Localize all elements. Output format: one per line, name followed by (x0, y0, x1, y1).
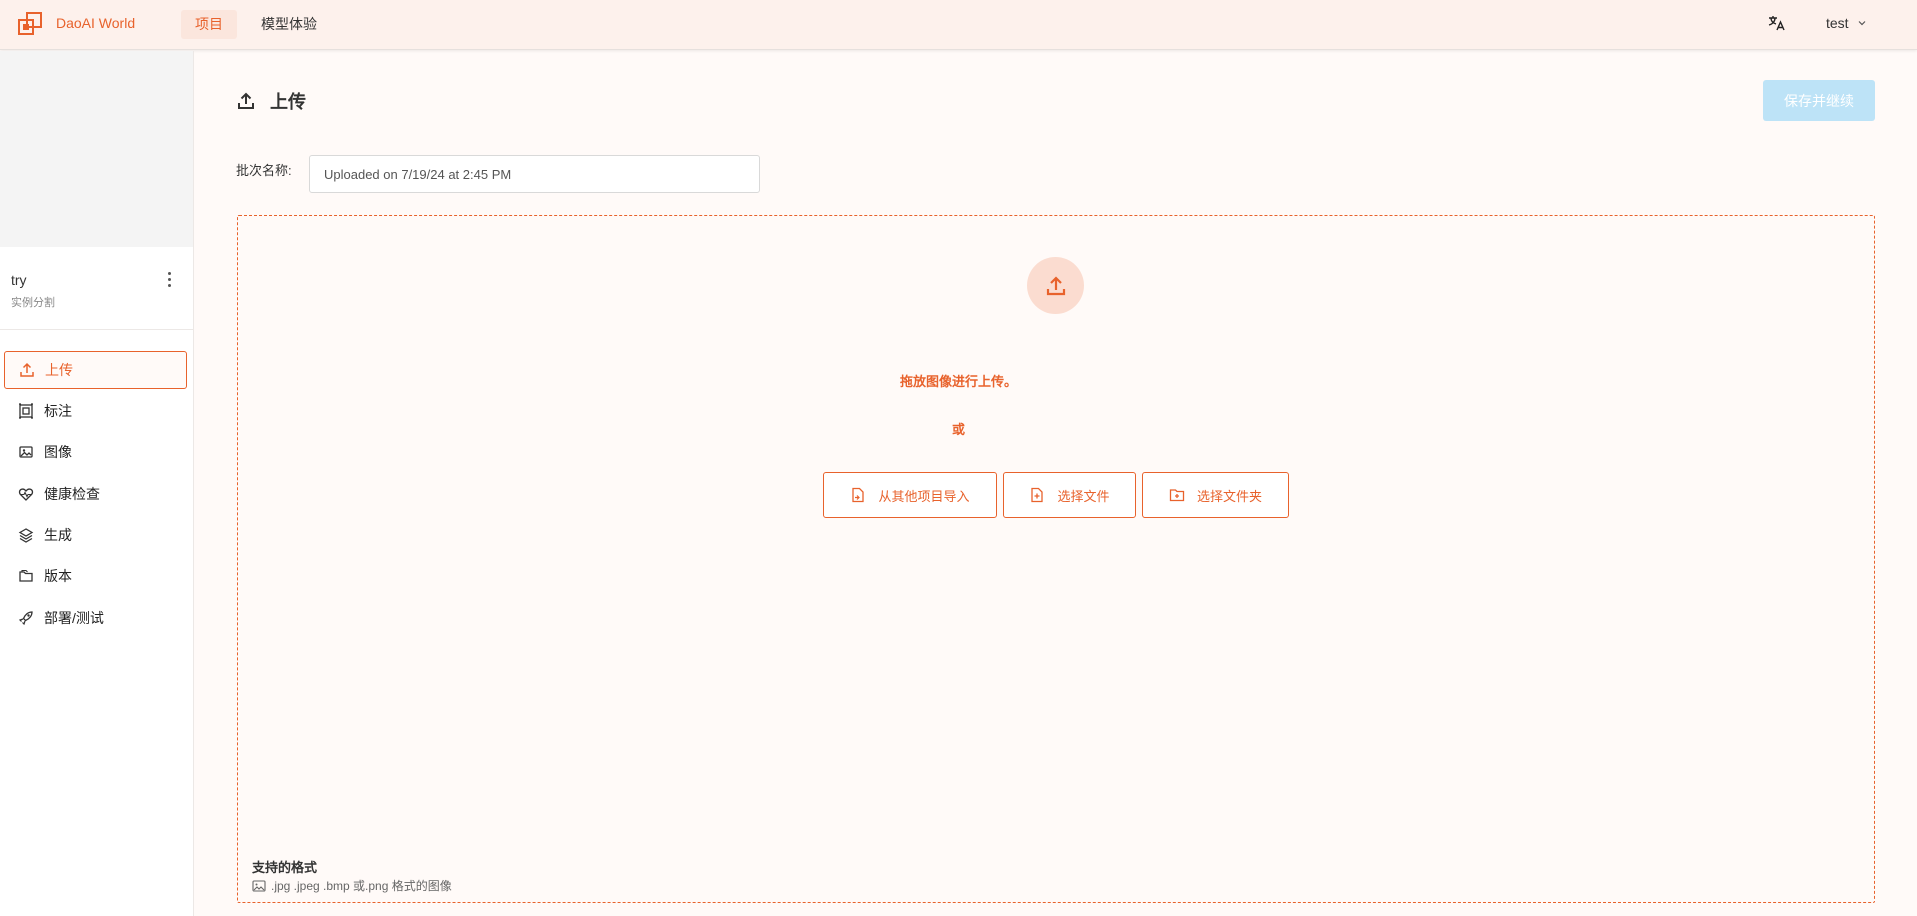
sidebar-item-health-check[interactable]: 健康检查 (4, 475, 187, 513)
supported-formats-desc: .jpg .jpeg .bmp 或.png 格式的图像 (252, 877, 452, 894)
import-from-project-button[interactable]: 从其他项目导入 (823, 472, 997, 518)
sidebar-item-generate[interactable]: 生成 (4, 516, 187, 554)
supported-formats-title: 支持的格式 (252, 860, 318, 875)
chevron-down-icon (1858, 21, 1866, 26)
rocket-icon (18, 611, 33, 626)
annotate-icon (19, 403, 33, 419)
upload-circle (1027, 257, 1084, 314)
more-options-icon[interactable] (160, 269, 178, 289)
layers-icon (18, 528, 34, 543)
formats-text: .jpg .jpeg .bmp 或.png 格式的图像 (271, 879, 452, 893)
sidebar-item-label: 图像 (44, 444, 72, 460)
sidebar-item-label: 生成 (44, 527, 72, 543)
sidebar-item-images[interactable]: 图像 (4, 433, 187, 471)
tab-projects[interactable]: 项目 (181, 10, 237, 39)
select-folder-button[interactable]: 选择文件夹 (1142, 472, 1289, 518)
select-folder-label: 选择文件夹 (1196, 488, 1262, 504)
tab-model-experience[interactable]: 模型体验 (247, 10, 331, 39)
drop-instruction: 拖放图像进行上传。 (899, 374, 1017, 389)
image-icon (252, 879, 266, 892)
username: test (1826, 15, 1849, 31)
select-files-button[interactable]: 选择文件 (1003, 472, 1136, 518)
file-plus-icon (1031, 487, 1044, 503)
divider (0, 329, 193, 330)
sidebar-item-label: 健康检查 (44, 486, 100, 502)
logo-icon[interactable] (17, 11, 43, 37)
top-bar: DaoAI World 项目 模型体验 test (0, 0, 1917, 50)
user-menu[interactable]: test (1826, 15, 1867, 31)
or-divider-text: 或 (951, 422, 965, 437)
page-title: 上传 (270, 92, 306, 112)
sidebar: try 实例分割 上传 标注 图像 健康检查 生成 版本 部署/测试 (0, 51, 194, 916)
folder-plus-icon (1169, 489, 1185, 502)
sidebar-item-versions[interactable]: 版本 (4, 557, 187, 595)
upload-icon (238, 92, 254, 109)
upload-dropzone[interactable] (237, 215, 1875, 903)
sidebar-item-deploy-test[interactable]: 部署/测试 (4, 599, 187, 637)
heart-icon (18, 488, 34, 501)
batch-name-label: 批次名称: (236, 163, 292, 178)
folders-icon (19, 569, 33, 582)
save-continue-button[interactable]: 保存并继续 (1763, 80, 1875, 121)
select-files-label: 选择文件 (1057, 488, 1110, 504)
upload-icon (1046, 275, 1065, 295)
project-type: 实例分割 (11, 297, 55, 309)
batch-name-input[interactable] (309, 155, 760, 193)
sidebar-item-label: 标注 (44, 403, 72, 419)
sidebar-item-label: 部署/测试 (44, 610, 104, 626)
file-import-icon (852, 487, 865, 503)
project-thumbnail (0, 51, 193, 247)
image-icon (19, 446, 33, 458)
project-name: try (11, 272, 27, 288)
translate-icon[interactable] (1767, 14, 1785, 32)
brand-name[interactable]: DaoAI World (56, 15, 135, 31)
sidebar-item-label: 版本 (44, 568, 72, 584)
import-button-label: 从其他项目导入 (878, 488, 970, 504)
page-header: 上传 (236, 88, 306, 114)
